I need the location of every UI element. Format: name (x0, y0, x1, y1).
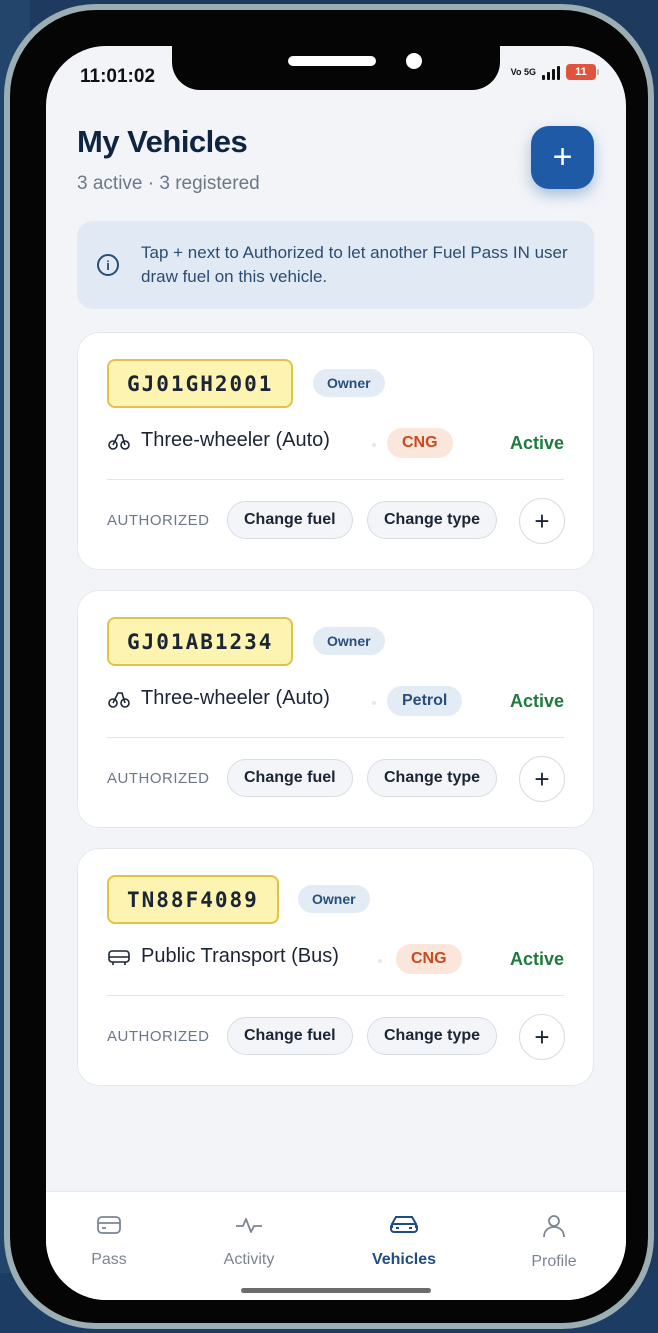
vehicle-card: GJ01AB1234 Owner Three-wheeler (Auto) Pe… (77, 590, 594, 828)
add-authorized-button[interactable]: + (519, 498, 565, 544)
app-screen: 11:01:02 Vo 5G 11 My Vehicles 3 active ·… (46, 46, 626, 1300)
info-text: Tap + next to Authorized to let another … (141, 243, 568, 286)
vehicle-card: GJ01GH2001 Owner Three-wheeler (Auto) CN… (77, 332, 594, 570)
status-label: Active (509, 691, 564, 711)
home-indicator (241, 1288, 431, 1293)
plate-number: GJ01GH2001 (107, 359, 294, 408)
change-type-button[interactable]: Change type (367, 759, 498, 797)
fuel-badge: CNG (396, 944, 462, 974)
notch (172, 44, 500, 90)
bottom-tab-bar: Pass Activity Vehicles Profile (46, 1191, 626, 1300)
change-fuel-button[interactable]: Change fuel (227, 1017, 353, 1055)
tab-vehicles[interactable]: Vehicles (344, 1214, 464, 1269)
vehicle-type: Public Transport (Bus) (141, 945, 339, 967)
fuel-badge: Petrol (387, 686, 463, 716)
card-divider (107, 995, 564, 996)
change-type-button[interactable]: Change type (367, 501, 498, 539)
vehicle-type-row: Three-wheeler (Auto) (107, 687, 330, 710)
authorized-label: AUTHORIZED (107, 512, 210, 529)
vehicle-type: Three-wheeler (Auto) (141, 429, 330, 451)
vehicle-type-row: Three-wheeler (Auto) (107, 429, 330, 452)
role-badge: Owner (313, 369, 385, 397)
auto-rickshaw-icon (107, 430, 133, 452)
battery-icon: 11 (566, 64, 599, 80)
info-icon: i (97, 254, 119, 276)
authorized-row: AUTHORIZED Change fuel Change type + (107, 1014, 565, 1060)
status-label: Active (509, 433, 564, 453)
change-type-button[interactable]: Change type (367, 1017, 498, 1055)
plate-number: GJ01AB1234 (107, 617, 294, 666)
status-time: 11:01:02 (80, 66, 156, 87)
authorized-label: AUTHORIZED (107, 770, 210, 787)
tab-activity[interactable]: Activity (189, 1214, 309, 1269)
status-label: Active (509, 949, 564, 969)
fuel-badge: CNG (387, 428, 453, 458)
signal-icon (542, 64, 560, 80)
tab-label: Profile (531, 1253, 577, 1270)
authorized-row: AUTHORIZED Change fuel Change type + (107, 756, 565, 802)
tab-profile[interactable]: Profile (494, 1214, 614, 1271)
page-subtitle: 3 active · 3 registered (77, 173, 260, 194)
vehicle-type: Three-wheeler (Auto) (141, 687, 330, 709)
tab-label: Pass (91, 1251, 127, 1268)
role-badge: Owner (298, 885, 370, 913)
vehicle-type-row: Public Transport (Bus) (107, 945, 339, 968)
card-icon (96, 1214, 122, 1241)
change-fuel-button[interactable]: Change fuel (227, 759, 353, 797)
plate-number: TN88F4089 (107, 875, 279, 924)
speaker-pill (288, 56, 376, 66)
tab-pass[interactable]: Pass (49, 1214, 169, 1269)
info-banner: i Tap + next to Authorized to let anothe… (77, 221, 594, 309)
status-indicators: Vo 5G 11 (510, 64, 599, 80)
camera-dot (406, 53, 422, 69)
bus-icon (107, 946, 133, 968)
tab-label: Vehicles (371, 1251, 437, 1268)
person-icon (541, 1214, 567, 1243)
add-authorized-button[interactable]: + (519, 756, 565, 802)
authorized-row: AUTHORIZED Change fuel Change type + (107, 498, 565, 544)
car-icon (388, 1214, 420, 1241)
separator-dot (378, 959, 382, 963)
role-badge: Owner (313, 627, 385, 655)
pulse-icon (234, 1214, 264, 1241)
page-title: My Vehicles (77, 124, 248, 159)
separator-dot (372, 443, 376, 447)
network-label: Vo 5G (510, 66, 536, 77)
card-divider (107, 737, 564, 738)
card-divider (107, 479, 564, 480)
add-vehicle-button[interactable]: + (531, 126, 594, 189)
change-fuel-button[interactable]: Change fuel (227, 501, 353, 539)
auto-rickshaw-icon (107, 688, 133, 710)
tab-label: Activity (223, 1251, 275, 1268)
add-authorized-button[interactable]: + (519, 1014, 565, 1060)
authorized-label: AUTHORIZED (107, 1028, 210, 1045)
vehicle-card: TN88F4089 Owner Public Transport (Bus) C… (77, 848, 594, 1086)
separator-dot (372, 701, 376, 705)
